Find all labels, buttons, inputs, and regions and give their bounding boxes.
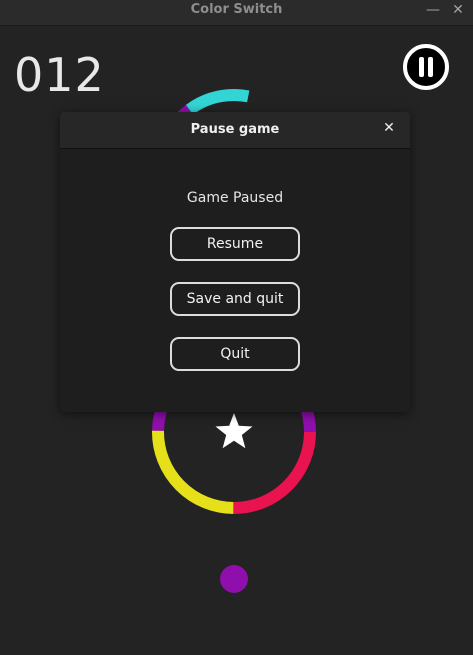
quit-button[interactable]: Quit [170, 337, 300, 371]
resume-button[interactable]: Resume [170, 227, 300, 261]
score-display: 012 [14, 48, 105, 102]
pause-dialog: Pause game ✕ Game Paused Resume Save and… [60, 112, 410, 412]
close-icon[interactable]: ✕ [380, 119, 398, 137]
save-and-quit-button[interactable]: Save and quit [170, 282, 300, 316]
star-icon [215, 413, 253, 449]
pause-icon[interactable] [403, 44, 449, 90]
dialog-header: Pause game ✕ [60, 112, 410, 149]
dialog-message: Game Paused [186, 190, 284, 206]
dialog-title: Pause game [190, 122, 280, 137]
player-ball [220, 565, 248, 593]
